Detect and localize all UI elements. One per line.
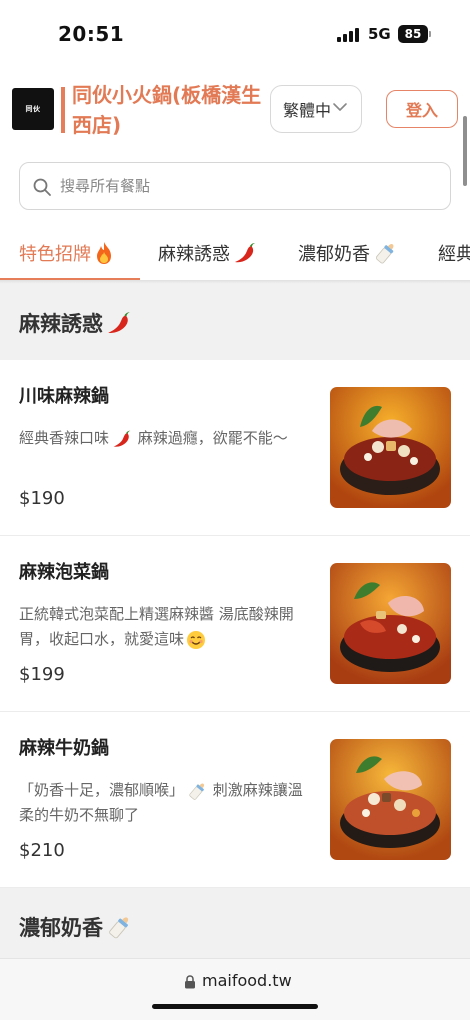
item-description: 經典香辣口味 麻辣過癮，欲罷不能～ [19,426,304,451]
tab-label: 濃郁奶香 [298,244,370,265]
tab-spicy[interactable]: 麻辣誘惑 [158,240,258,266]
tab-classic[interactable]: 經典 [438,240,470,266]
section-title-text: 濃郁奶香 [19,916,103,940]
logo-text: 同伙 [25,105,41,113]
lock-icon [185,975,195,989]
hotpot-image [330,387,451,508]
language-label: 繁體中 [283,101,331,120]
chili-pepper-icon [235,243,255,263]
fire-icon [97,242,111,264]
item-name: 麻辣牛奶鍋 [19,738,109,759]
home-indicator[interactable] [152,1004,318,1009]
battery-cap [429,31,431,37]
scrollbar[interactable] [463,116,467,186]
cellular-signal-icon [337,28,361,42]
baby-bottle-icon [109,917,129,939]
baby-bottle-icon [189,783,205,800]
section-header-spicy: 麻辣誘惑 [0,284,470,360]
title-accent-bar [61,87,65,133]
login-button[interactable]: 登入 [386,90,458,128]
status-bar: 20:51 5G 85 [0,0,470,64]
header: 同伙 同伙小火鍋(板橋漢生西店) 繁體中 登入 [0,70,470,150]
item-name: 麻辣泡菜鍋 [19,562,109,583]
chili-pepper-icon [113,430,131,447]
hotpot-image [330,563,451,684]
chevron-down-icon [333,103,347,111]
section-header-creamy: 濃郁奶香 [0,888,470,964]
hotpot-image [330,739,451,860]
tab-label: 特色招牌 [19,244,91,265]
item-desc-text: 麻辣過癮，欲罷不能～ [133,429,288,447]
chili-pepper-icon [108,312,130,333]
menu-item[interactable]: 麻辣泡菜鍋 正統韓式泡菜配上精選麻辣醬 湯底酸辣開胃，收起口水，就愛這味 $19… [0,536,470,712]
url-text: maifood.tw [202,971,292,990]
section-title: 濃郁奶香 [19,912,133,942]
item-description: 正統韓式泡菜配上精選麻辣醬 湯底酸辣開胃，收起口水，就愛這味 [19,602,304,652]
menu-item[interactable]: 麻辣牛奶鍋 「奶香十足，濃郁順喉」 刺激麻辣讓溫柔的牛奶不無聊了 $210 [0,712,470,888]
item-name: 川味麻辣鍋 [19,386,109,407]
item-desc-text: 正統韓式泡菜配上精選麻辣醬 湯底酸辣開胃，收起口水，就愛這味 [19,605,294,648]
item-price: $190 [19,488,65,509]
item-description: 「奶香十足，濃郁順喉」 刺激麻辣讓溫柔的牛奶不無聊了 [19,778,304,828]
search-icon [33,178,51,196]
store-title: 同伙小火鍋(板橋漢生西店) [72,83,262,137]
tab-label: 麻辣誘惑 [158,244,230,265]
hotpot-photo[interactable] [330,739,451,860]
network-type: 5G [368,25,391,43]
tab-creamy[interactable]: 濃郁奶香 [298,240,398,266]
browser-address-bar[interactable]: maifood.tw [0,958,470,1020]
item-price: $199 [19,664,65,685]
tab-featured[interactable]: 特色招牌 [19,240,115,266]
item-desc-text: 經典香辣口味 [19,429,110,447]
search-box[interactable] [19,162,451,210]
status-time: 20:51 [58,22,125,46]
category-tabs: 特色招牌 麻辣誘惑 濃郁奶香 經典 [0,228,470,282]
item-price: $210 [19,840,65,861]
language-select[interactable]: 繁體中 [270,85,362,133]
baby-bottle-icon [375,244,394,264]
menu-item[interactable]: 川味麻辣鍋 經典香辣口味 麻辣過癮，欲罷不能～ $190 [0,360,470,536]
hotpot-photo[interactable] [330,563,451,684]
section-title-text: 麻辣誘惑 [19,312,103,336]
tab-label: 經典 [438,244,470,265]
battery-icon: 85 [398,25,428,43]
section-title: 麻辣誘惑 [19,308,133,338]
smiling-face-icon [187,630,206,649]
search-input[interactable] [60,163,440,209]
hotpot-photo[interactable] [330,387,451,508]
restaurant-logo[interactable]: 同伙 [12,88,54,130]
item-desc-text: 「奶香十足，濃郁順喉」 [19,781,185,799]
